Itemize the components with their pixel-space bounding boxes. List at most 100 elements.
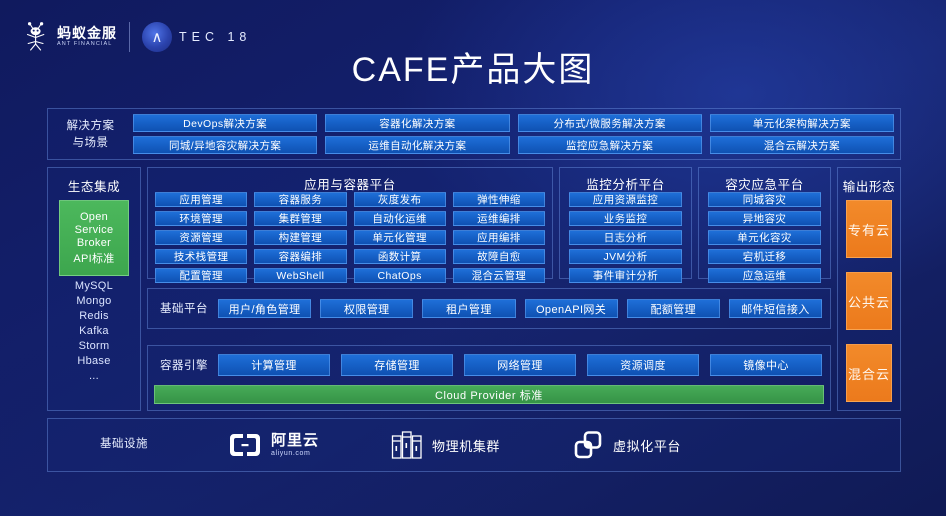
solutions-row-1: DevOps解决方案 容器化解决方案 分布式/微服务解决方案 单元化架构解决方案 [133, 114, 894, 132]
app-container-chip[interactable]: 容器编排 [254, 249, 347, 264]
open-service-broker-box[interactable]: Open Service Broker API标准 [59, 200, 129, 276]
disaster-chip[interactable]: 异地容灾 [708, 211, 821, 226]
app-container-chip[interactable]: 故障自愈 [452, 249, 545, 264]
ecosystem-item: Redis [79, 310, 109, 322]
app-container-chip[interactable]: 技术栈管理 [155, 249, 248, 264]
ecosystem-item: ... [88, 370, 100, 382]
app-container-chip[interactable]: 弹性伸缩 [452, 192, 545, 207]
solution-chip[interactable]: 同城/异地容灾解决方案 [133, 136, 318, 154]
app-container-chip[interactable]: 环境管理 [155, 211, 248, 226]
infrastructure-panel: 基础设施 阿里云 aliyun.com 物理机集群 虚拟化平台 [47, 418, 901, 472]
container-engine-chip[interactable]: 网络管理 [464, 354, 576, 376]
ecosystem-title: 生态集成 [67, 180, 121, 194]
disaster-recovery-grid: 同城容灾 异地容灾 单元化容灾 宕机迁移 应急运维 [708, 192, 821, 283]
base-platform-chip[interactable]: 邮件短信接入 [728, 299, 823, 318]
osb-line: Service [74, 223, 114, 236]
server-rack-icon [391, 431, 422, 459]
ant-financial-cn: 蚂蚁金服 [57, 25, 117, 42]
disaster-chip[interactable]: 宕机迁移 [708, 249, 821, 264]
app-container-grid: 应用管理 容器服务 灰度发布 弹性伸缩 环境管理 集群管理 自动化运维 运维编排… [155, 192, 545, 283]
monitoring-chip[interactable]: 应用资源监控 [569, 192, 682, 207]
monitoring-chip[interactable]: 事件审计分析 [569, 268, 682, 283]
app-container-chip[interactable]: 运维编排 [452, 211, 545, 226]
monitoring-platform-panel: 监控分析平台 应用资源监控 业务监控 日志分析 JVM分析 事件审计分析 [559, 167, 692, 283]
base-platform-label: 基础平台 [160, 303, 208, 315]
base-platform-chip[interactable]: 配额管理 [626, 299, 720, 318]
output-form-box[interactable]: 专有云 [846, 200, 892, 258]
solutions-grid: DevOps解决方案 容器化解决方案 分布式/微服务解决方案 单元化架构解决方案… [133, 114, 894, 154]
virtualization-label: 虚拟化平台 [613, 438, 682, 454]
app-container-chip[interactable]: WebShell [254, 268, 347, 283]
aliyun-logo-icon [230, 434, 260, 456]
ecosystem-item: Mongo [76, 295, 112, 307]
output-forms-panel: 输出形态 专有云 公共云 混合云 [837, 167, 901, 411]
container-engine-chip[interactable]: 资源调度 [587, 354, 699, 376]
base-platform-row: 用户/角色管理 权限管理 租户管理 OpenAPI网关 配额管理 邮件短信接入 [218, 299, 823, 318]
osb-line: API标准 [73, 252, 115, 265]
disaster-chip[interactable]: 同城容灾 [708, 192, 821, 207]
solution-chip[interactable]: 混合云解决方案 [709, 136, 894, 154]
base-platform-chip[interactable]: 用户/角色管理 [218, 299, 312, 318]
solution-chip[interactable]: 分布式/微服务解决方案 [517, 114, 702, 132]
slide-canvas: 蚂蚁金服 ANT FINANCIAL ∧ TEC 18 CAFE产品大图 解决方… [0, 0, 946, 516]
app-container-chip[interactable]: 函数计算 [353, 249, 446, 264]
output-form-box[interactable]: 混合云 [846, 344, 892, 402]
physical-servers-label: 物理机集群 [432, 438, 501, 454]
solutions-label: 解决方案 与场景 [66, 120, 115, 149]
solution-chip[interactable]: DevOps解决方案 [133, 114, 318, 132]
aliyun-wordmark: 阿里云 aliyun.com [271, 433, 319, 457]
disaster-chip[interactable]: 应急运维 [708, 268, 821, 283]
infrastructure-item-aliyun: 阿里云 aliyun.com [228, 431, 319, 459]
monitoring-platform-title: 监控分析平台 [586, 178, 665, 192]
solution-chip[interactable]: 监控应急解决方案 [517, 136, 702, 154]
app-container-chip[interactable]: 集群管理 [254, 211, 347, 226]
app-container-chip[interactable]: 资源管理 [155, 230, 248, 245]
osb-line: Broker [76, 236, 112, 249]
output-forms-title: 输出形态 [842, 180, 896, 194]
container-engine-label: 容器引擎 [160, 360, 208, 372]
cloud-provider-standard-bar[interactable]: Cloud Provider 标准 [154, 385, 824, 404]
solution-chip[interactable]: 单元化架构解决方案 [709, 114, 894, 132]
monitoring-chip[interactable]: 日志分析 [569, 230, 682, 245]
solutions-panel: 解决方案 与场景 DevOps解决方案 容器化解决方案 分布式/微服务解决方案 … [47, 108, 901, 160]
ecosystem-item: Kafka [79, 325, 109, 337]
container-engine-chip[interactable]: 计算管理 [218, 354, 330, 376]
disaster-recovery-title: 容灾应急平台 [725, 178, 804, 192]
monitoring-grid: 应用资源监控 业务监控 日志分析 JVM分析 事件审计分析 [569, 192, 682, 283]
base-platform-chip[interactable]: OpenAPI网关 [524, 299, 618, 318]
base-platform-panel: 基础平台 用户/角色管理 权限管理 租户管理 OpenAPI网关 配额管理 邮件… [147, 288, 831, 329]
app-container-chip[interactable]: 构建管理 [254, 230, 347, 245]
base-platform-chip[interactable]: 权限管理 [320, 299, 414, 318]
osb-line: Open [79, 210, 109, 223]
monitoring-chip[interactable]: JVM分析 [569, 249, 682, 264]
ecosystem-item: Hbase [77, 355, 111, 367]
app-container-chip[interactable]: 单元化管理 [353, 230, 446, 245]
app-container-chip[interactable]: ChatOps [353, 268, 446, 283]
container-engine-chip[interactable]: 存储管理 [341, 354, 453, 376]
base-platform-chip[interactable]: 租户管理 [422, 299, 516, 318]
page-title: CAFE产品大图 [351, 51, 595, 89]
container-engine-chip[interactable]: 镜像中心 [710, 354, 822, 376]
app-container-chip[interactable]: 灰度发布 [353, 192, 446, 207]
ecosystem-panel: 生态集成 Open Service Broker API标准 MySQL Mon… [47, 167, 141, 411]
solutions-row-2: 同城/异地容灾解决方案 运维自动化解决方案 监控应急解决方案 混合云解决方案 [133, 136, 894, 154]
app-container-chip[interactable]: 配置管理 [155, 268, 248, 283]
app-container-platform-title: 应用与容器平台 [304, 178, 396, 192]
app-container-chip[interactable]: 应用管理 [155, 192, 248, 207]
app-container-chip[interactable]: 容器服务 [254, 192, 347, 207]
ecosystem-list: MySQL Mongo Redis Kafka Storm Hbase ... [48, 280, 140, 382]
monitoring-chip[interactable]: 业务监控 [569, 211, 682, 226]
disaster-recovery-panel: 容灾应急平台 同城容灾 异地容灾 单元化容灾 宕机迁移 应急运维 [698, 167, 831, 283]
app-container-chip[interactable]: 混合云管理 [452, 268, 545, 283]
infrastructure-item-virtualization: 虚拟化平台 [572, 430, 681, 460]
solution-chip[interactable]: 运维自动化解决方案 [325, 136, 510, 154]
aliyun-domain: aliyun.com [271, 450, 311, 457]
ecosystem-item: MySQL [74, 280, 114, 292]
disaster-chip[interactable]: 单元化容灾 [708, 230, 821, 245]
output-form-box[interactable]: 公共云 [846, 272, 892, 330]
infrastructure-items: 阿里云 aliyun.com 物理机集群 虚拟化平台 [228, 419, 900, 471]
app-container-chip[interactable]: 应用编排 [452, 230, 545, 245]
vmware-squares-icon [574, 431, 602, 459]
solution-chip[interactable]: 容器化解决方案 [325, 114, 510, 132]
app-container-chip[interactable]: 自动化运维 [353, 211, 446, 226]
